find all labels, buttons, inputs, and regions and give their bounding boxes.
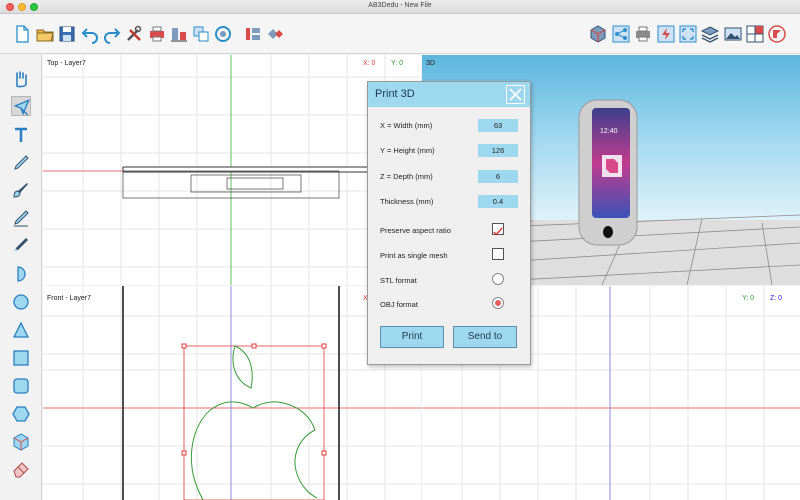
- phone-3d-model: [578, 99, 638, 246]
- print-button[interactable]: Print: [380, 326, 444, 348]
- top-view-label: Top - Layer7: [47, 60, 86, 67]
- hand-icon[interactable]: [11, 69, 31, 89]
- app-window: AB3Dedu - New File Top - Layer7 X: 0 Y: …: [0, 0, 800, 500]
- preserve-aspect-label: Preserve aspect ratio: [380, 226, 451, 235]
- top-y-coord: Y: 0: [391, 60, 404, 67]
- height-field[interactable]: 126: [478, 144, 518, 157]
- save-icon[interactable]: [57, 24, 77, 44]
- circle-icon[interactable]: [11, 292, 31, 312]
- rotate-icon[interactable]: [213, 24, 233, 44]
- apple-logo-shape: [190, 345, 318, 500]
- front-viewport[interactable]: Front - Layer7 X: [43, 286, 421, 500]
- single-mesh-label: Print as single mesh: [380, 251, 448, 260]
- thickness-label: Thickness (mm): [380, 197, 434, 206]
- window-title: AB3Dedu - New File: [368, 2, 432, 9]
- dialog-title: Print 3D: [375, 88, 415, 100]
- thickness-field[interactable]: 0.4: [478, 195, 518, 208]
- object-icon[interactable]: [11, 432, 31, 452]
- cube-view-icon[interactable]: [588, 24, 608, 44]
- split-view-icon[interactable]: [745, 24, 765, 44]
- depth-label: Z = Depth (mm): [380, 172, 433, 181]
- obj-format-label: OBJ format: [380, 300, 418, 309]
- rounded-square-icon[interactable]: [11, 376, 31, 396]
- pen-icon[interactable]: [11, 153, 31, 173]
- image-icon[interactable]: [723, 24, 743, 44]
- logo-icon[interactable]: [767, 24, 787, 44]
- main-toolbar: [0, 14, 800, 54]
- brush-icon[interactable]: [11, 180, 31, 200]
- print-icon[interactable]: [147, 24, 167, 44]
- depth-field[interactable]: 6: [478, 170, 518, 183]
- pencil-icon[interactable]: [11, 208, 31, 228]
- title-bar: AB3Dedu - New File: [0, 0, 800, 14]
- triangle-icon[interactable]: [11, 320, 31, 340]
- layers-icon[interactable]: [700, 24, 720, 44]
- side-z-coord: Z: 0: [770, 295, 783, 302]
- marker-icon[interactable]: [11, 235, 31, 255]
- pointer-icon[interactable]: [11, 96, 31, 116]
- share-icon[interactable]: [611, 24, 631, 44]
- single-mesh-checkbox[interactable]: [492, 248, 504, 260]
- radio-selected-dot: [495, 300, 501, 306]
- top-x-coord: X: 0: [363, 60, 376, 67]
- new-file-icon[interactable]: [12, 24, 32, 44]
- tools-panel: [0, 55, 42, 500]
- close-dialog-button[interactable]: [506, 85, 525, 104]
- redo-icon[interactable]: [102, 24, 122, 44]
- erase-icon[interactable]: [265, 24, 285, 44]
- obj-format-radio[interactable]: [492, 297, 504, 309]
- print-3d-dialog: Print 3D X = Width (mm) 63 Y = Height (m…: [367, 81, 531, 365]
- half-circle-icon[interactable]: [11, 264, 31, 284]
- top-viewport[interactable]: Top - Layer7 X: 0 Y: 0: [43, 55, 421, 285]
- mirror-icon[interactable]: [243, 24, 263, 44]
- stl-format-radio[interactable]: [492, 273, 504, 285]
- width-field[interactable]: 63: [478, 119, 518, 132]
- hexagon-icon[interactable]: [11, 404, 31, 424]
- square-icon[interactable]: [11, 348, 31, 368]
- text-icon[interactable]: [11, 125, 31, 145]
- preserve-aspect-checkbox[interactable]: [492, 223, 504, 236]
- fit-view-icon[interactable]: [678, 24, 698, 44]
- align-icon[interactable]: [169, 24, 189, 44]
- front-view-label: Front - Layer7: [47, 295, 91, 302]
- checkmark-icon: [493, 227, 503, 236]
- 3d-view-label: 3D: [426, 60, 435, 67]
- send-to-button[interactable]: Send to: [453, 326, 517, 348]
- open-folder-icon[interactable]: [35, 24, 55, 44]
- phone-screen-time: 12:40: [600, 128, 618, 135]
- group-icon[interactable]: [191, 24, 211, 44]
- tools-icon[interactable]: [124, 24, 144, 44]
- selection-box[interactable]: [181, 343, 327, 500]
- side-y-coord: Y: 0: [742, 295, 755, 302]
- eraser-icon[interactable]: [11, 459, 31, 479]
- width-label: X = Width (mm): [380, 121, 433, 130]
- dialog-header: Print 3D: [368, 82, 530, 107]
- printer-icon[interactable]: [633, 24, 653, 44]
- height-label: Y = Height (mm): [380, 146, 435, 155]
- stl-format-label: STL format: [380, 276, 417, 285]
- close-icon: [509, 88, 522, 101]
- energy-icon[interactable]: [656, 24, 676, 44]
- undo-icon[interactable]: [80, 24, 100, 44]
